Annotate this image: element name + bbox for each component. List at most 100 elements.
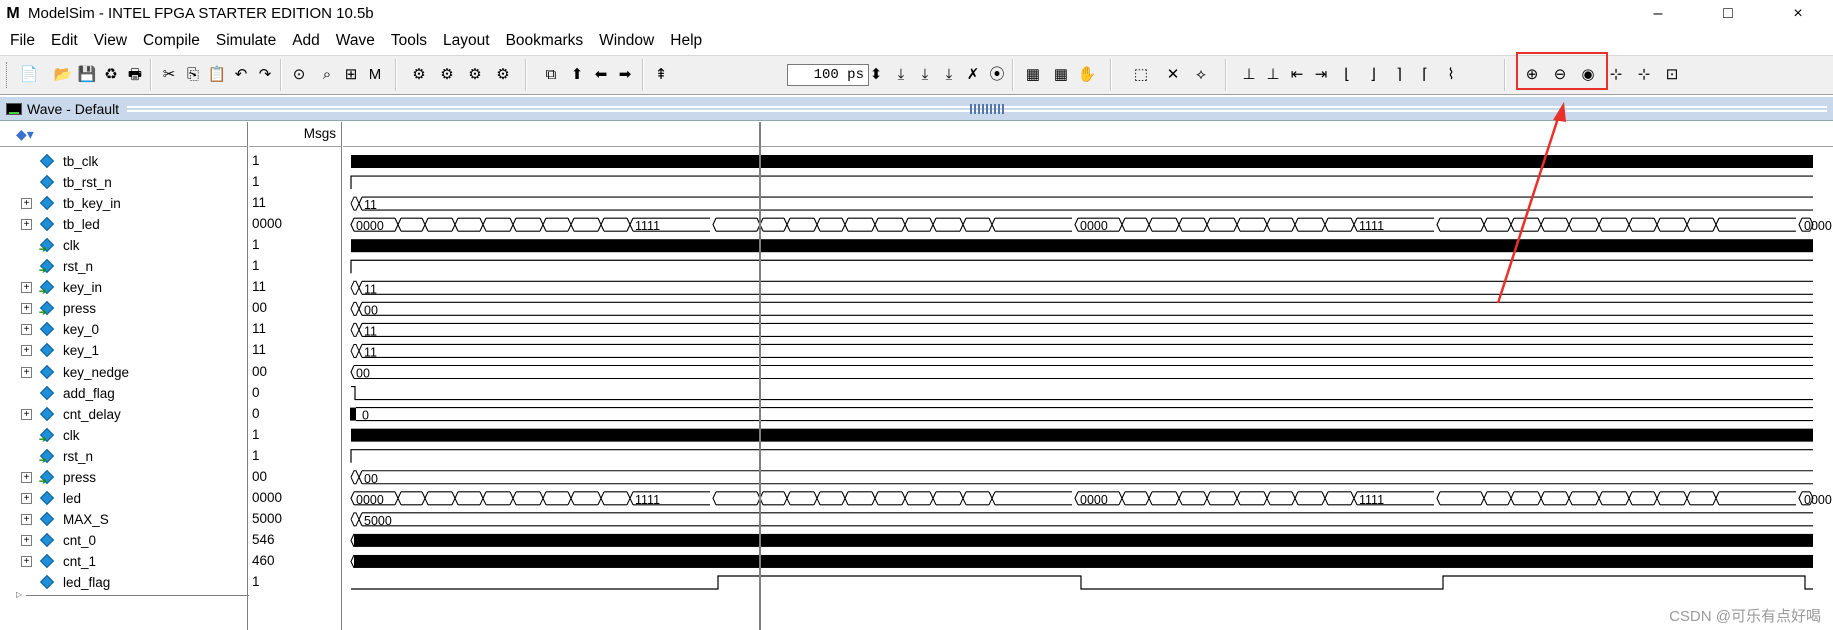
open-folder-icon[interactable]: 📂 [52, 64, 74, 86]
signal-row[interactable]: + cnt_1 [0, 551, 248, 572]
find-binoculars-icon[interactable]: ⌕ [316, 64, 338, 86]
menu-tools[interactable]: Tools [383, 29, 435, 53]
signal-row[interactable]: + tb_led [0, 214, 248, 235]
menu-bookmarks[interactable]: Bookmarks [498, 29, 592, 53]
back-arrow-icon[interactable]: ⬅ [590, 64, 612, 86]
signal-row[interactable]: + cnt_delay [0, 404, 248, 425]
step-icon[interactable]: ▦ [1022, 64, 1044, 86]
structure-icon[interactable]: ⊞ [340, 64, 362, 86]
hand-pan-icon[interactable]: ✋ [1076, 64, 1098, 86]
expand-icon[interactable]: + [21, 492, 32, 504]
waveform-canvas[interactable]: 110000 1111 0000 1111 000011001111000000000 1… [343, 122, 1833, 630]
any-edge-icon[interactable]: ⌇ [1440, 64, 1462, 86]
compile-icon[interactable]: ⚙ [408, 64, 430, 86]
menu-layout[interactable]: Layout [435, 29, 498, 53]
save-icon[interactable]: 💾 [76, 64, 98, 86]
redo-icon[interactable]: ↷ [254, 64, 276, 86]
expand-icon[interactable]: + [21, 345, 32, 357]
cut-icon[interactable]: ✂ [158, 64, 180, 86]
waveform-pane[interactable]: 11 0000 1111 0000 1111 0000 11 00 11 11 00 0 00 0000 1… [343, 122, 1833, 630]
prev-transition-icon[interactable]: ⇤ [1286, 64, 1308, 86]
zoom-last-icon[interactable]: ⊡ [1661, 64, 1683, 86]
menu-compile[interactable]: Compile [135, 29, 208, 53]
forward-arrow-icon[interactable]: ➡ [614, 64, 636, 86]
delete-cursor-icon[interactable]: ✕ [1162, 64, 1184, 86]
menu-add[interactable]: Add [284, 29, 328, 53]
maximize-button[interactable]: □ [1693, 0, 1763, 27]
signal-row[interactable]: ➔ rst_n [0, 256, 248, 277]
time-cursor[interactable] [759, 122, 761, 630]
cursor-options-icon[interactable]: ⟡ [1190, 64, 1212, 86]
print-icon[interactable]: 🖶 [124, 64, 146, 86]
prev-edge-icon[interactable]: ⌊ [1336, 64, 1358, 86]
signal-row[interactable]: + MAX_S [0, 509, 248, 530]
signal-row[interactable]: + ➔ press [0, 467, 248, 488]
modelsim-m-icon[interactable]: M [364, 64, 386, 86]
expand-icon[interactable]: + [21, 513, 32, 525]
expand-icon[interactable]: + [21, 366, 32, 378]
signal-row[interactable]: tb_clk [0, 151, 248, 172]
expand-icon[interactable]: + [21, 303, 32, 315]
signal-row[interactable]: + led [0, 488, 248, 509]
signal-row[interactable]: + cnt_0 [0, 530, 248, 551]
step-over-icon[interactable]: ▦ [1050, 64, 1072, 86]
signal-row[interactable]: ➔ clk [0, 235, 248, 256]
restart-icon[interactable]: ⇞ [650, 64, 672, 86]
reload-icon[interactable]: ♻ [100, 64, 122, 86]
expand-icon[interactable]: + [21, 555, 32, 567]
break-run-icon[interactable]: ✗ [962, 64, 984, 86]
signal-row[interactable]: ➔ clk [0, 425, 248, 446]
signal-row[interactable]: + ➔ press [0, 298, 248, 319]
run-length-stepper-icon[interactable]: ⬍ [870, 64, 883, 86]
rising-edge-icon[interactable]: ⌈ [1414, 64, 1436, 86]
zoom-in-cursor-icon[interactable]: ⊹ [1605, 64, 1627, 86]
menu-window[interactable]: Window [591, 29, 662, 53]
run-icon[interactable]: ⤓ [890, 64, 912, 86]
expand-icon[interactable]: + [21, 471, 32, 483]
expand-icon[interactable]: + [21, 198, 32, 210]
break-icon[interactable]: ⚙ [492, 64, 514, 86]
run-length-input[interactable]: 100 ps [787, 64, 869, 86]
expand-icon[interactable]: + [21, 282, 32, 294]
signal-menu-icon[interactable]: ◆▾ [16, 126, 34, 143]
stop-icon[interactable]: ⦿ [986, 64, 1008, 86]
signal-row[interactable]: + key_1 [0, 340, 248, 361]
simulate-icon[interactable]: ⚙ [464, 64, 486, 86]
paste-icon[interactable]: 📋 [206, 64, 228, 86]
expand-icon[interactable]: + [21, 219, 32, 231]
menu-simulate[interactable]: Simulate [208, 29, 284, 53]
run-all-icon[interactable]: ⤓ [938, 64, 960, 86]
signal-row[interactable]: + key_0 [0, 319, 248, 340]
signal-row[interactable]: add_flag [0, 383, 248, 404]
signal-row[interactable]: ➔ rst_n [0, 446, 248, 467]
expand-icon[interactable]: + [21, 408, 32, 420]
expand-icon[interactable]: + [21, 534, 32, 546]
next-transition-icon[interactable]: ⇥ [1310, 64, 1332, 86]
menu-wave[interactable]: Wave [328, 29, 383, 53]
hierarchy-icon[interactable]: ⧉ [540, 64, 562, 86]
add-cursor-icon[interactable]: ⊥ [1238, 64, 1260, 86]
signal-row[interactable]: + ➔ key_in [0, 277, 248, 298]
new-file-icon[interactable]: 📄 [18, 64, 40, 86]
menu-view[interactable]: View [86, 29, 135, 53]
minimize-button[interactable]: – [1623, 0, 1693, 27]
compile-all-icon[interactable]: ⚙ [436, 64, 458, 86]
pane-resize-grip[interactable] [970, 104, 1004, 114]
undo-icon[interactable]: ↶ [230, 64, 252, 86]
signal-row[interactable]: tb_rst_n [0, 172, 248, 193]
continue-icon[interactable]: ⤓ [914, 64, 936, 86]
remove-cursor-icon[interactable]: ⊥ [1262, 64, 1284, 86]
menu-edit[interactable]: Edit [43, 29, 86, 53]
help-circle-icon[interactable]: ⊙ [288, 64, 310, 86]
menu-file[interactable]: File [2, 29, 43, 53]
next-edge-icon[interactable]: ⌋ [1362, 64, 1384, 86]
falling-edge-icon[interactable]: ⌉ [1388, 64, 1410, 86]
close-button[interactable]: × [1763, 0, 1833, 27]
select-mode-icon[interactable]: ⬚ [1130, 64, 1152, 86]
expand-icon[interactable]: + [21, 324, 32, 336]
signal-row[interactable]: + tb_key_in [0, 193, 248, 214]
copy-icon[interactable]: ⎘ [182, 64, 204, 86]
up-arrow-icon[interactable]: ⬆ [566, 64, 588, 86]
menu-help[interactable]: Help [662, 29, 710, 53]
zoom-range-icon[interactable]: ⊹ [1633, 64, 1655, 86]
